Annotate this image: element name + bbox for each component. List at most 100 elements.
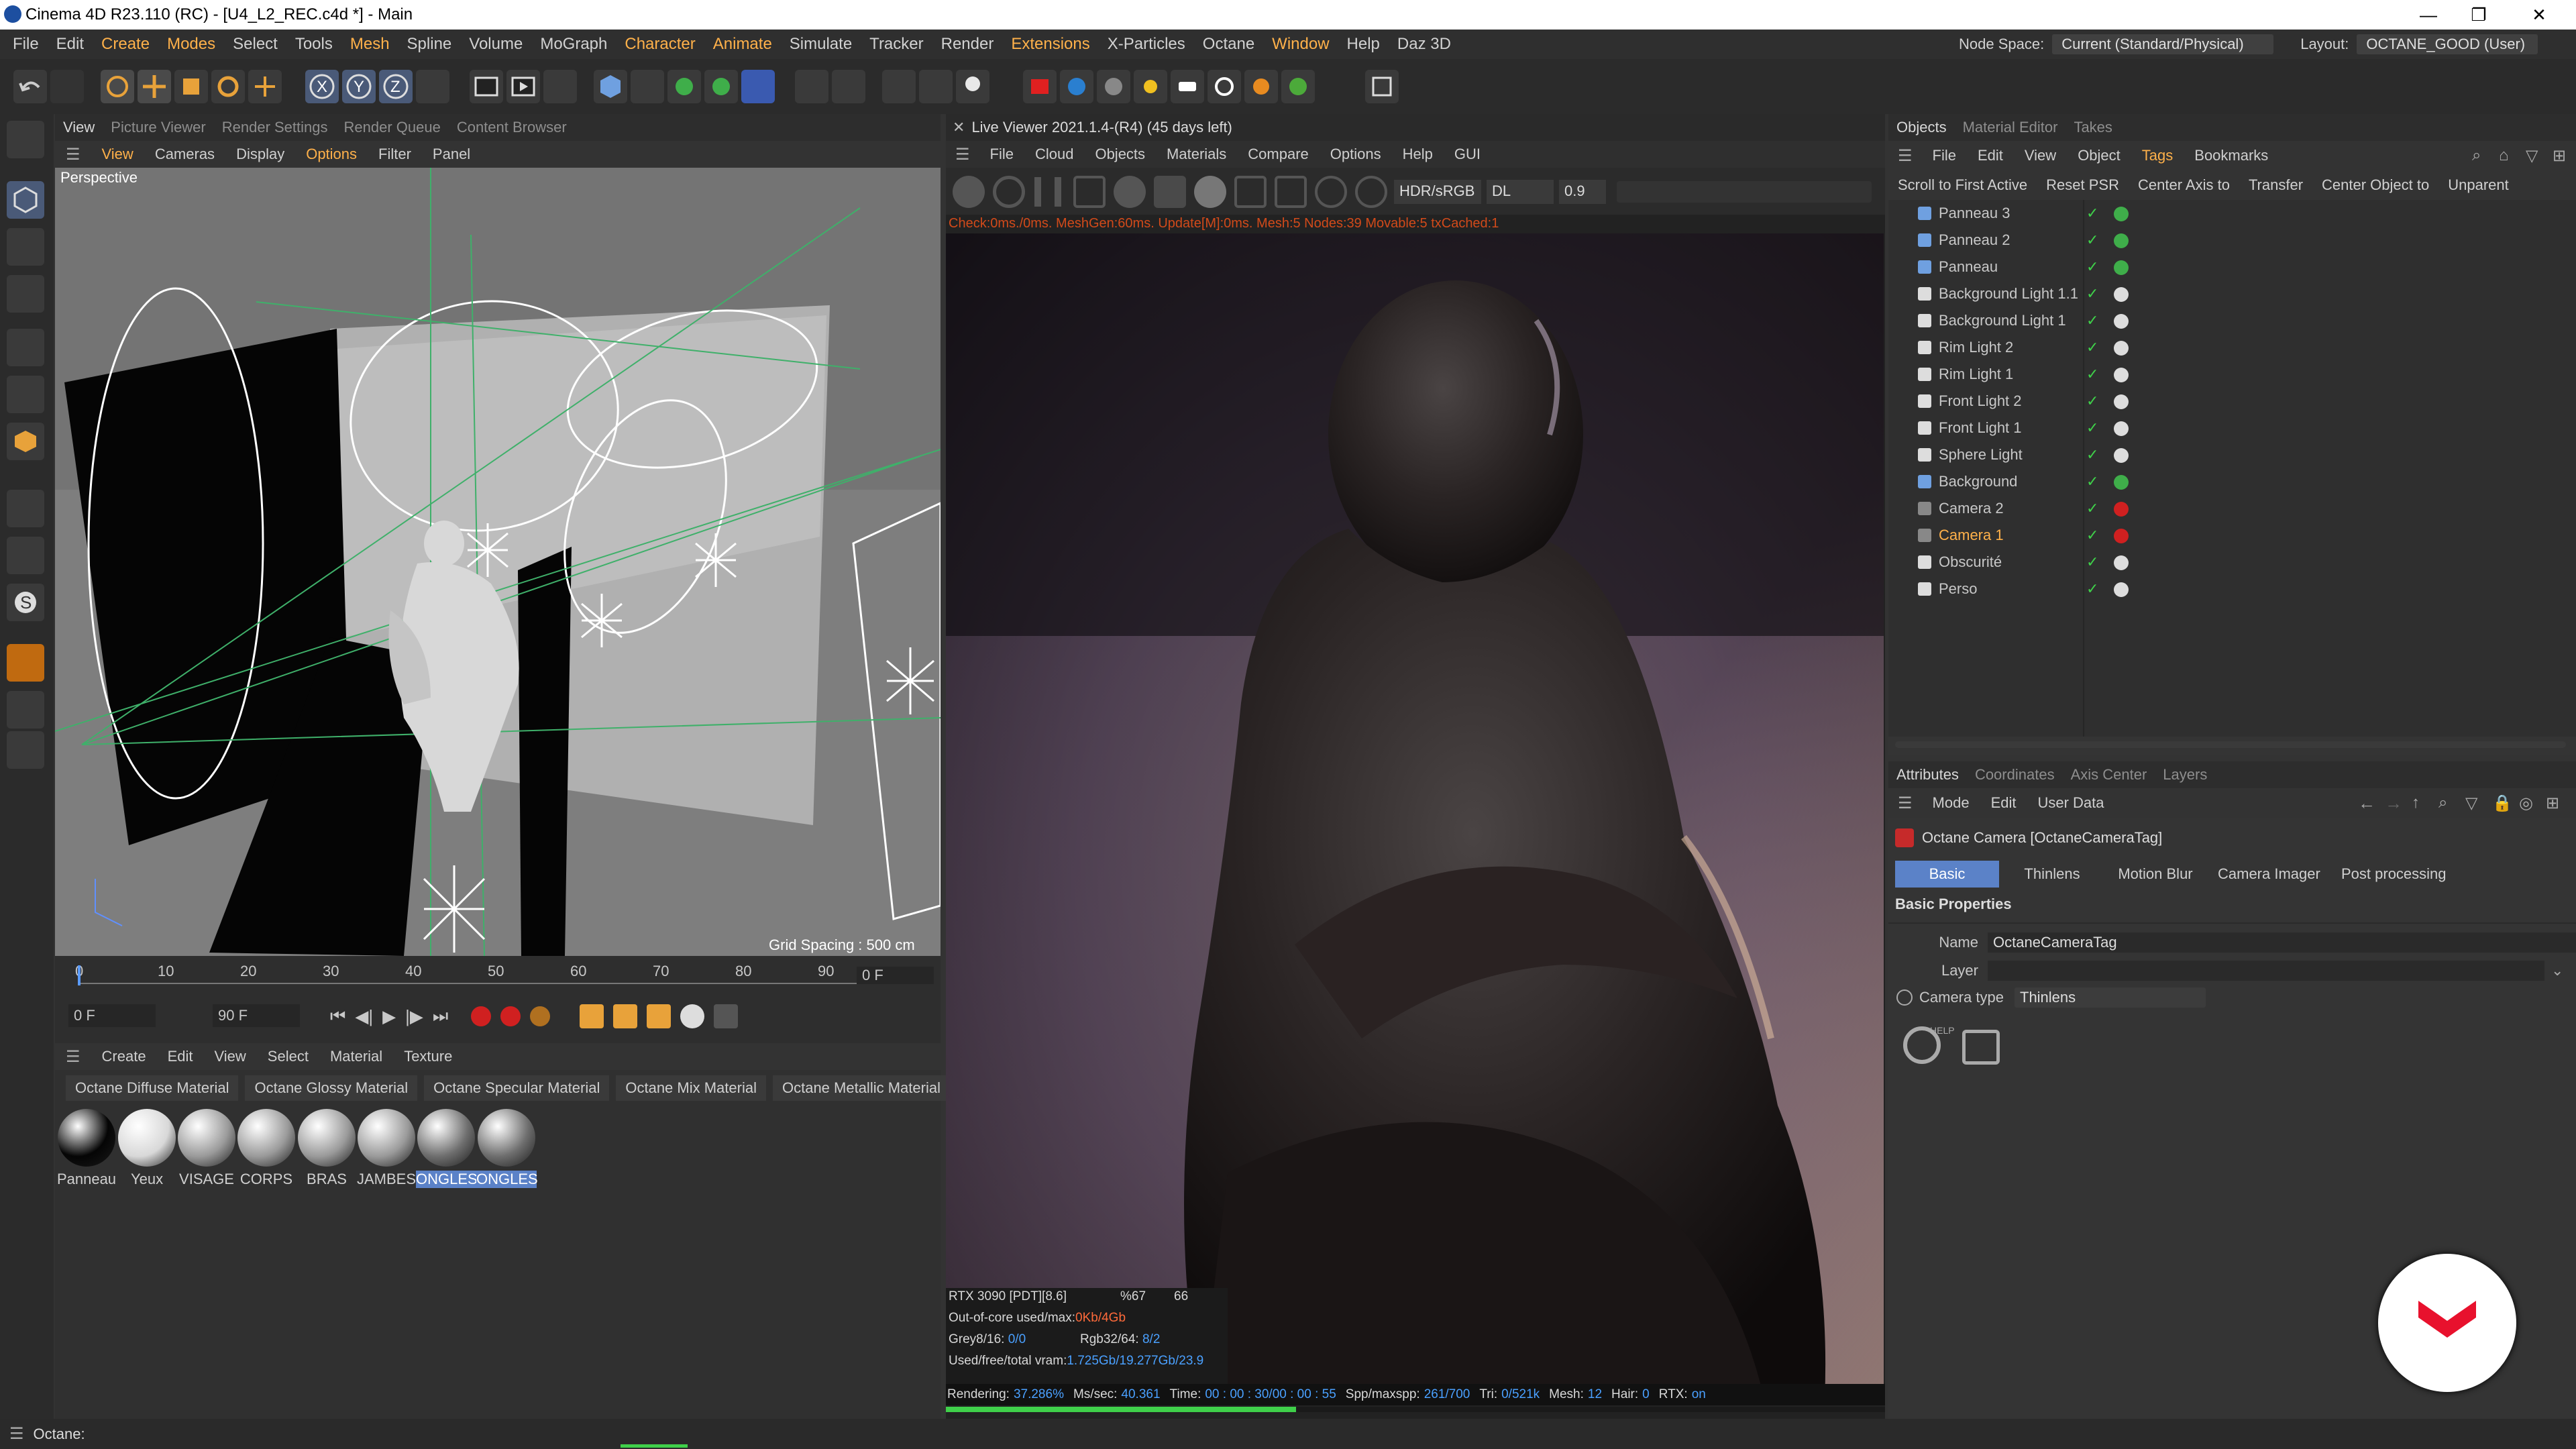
object-tag-icon[interactable]	[2114, 368, 2129, 382]
transfer-button[interactable]: Transfer	[2239, 172, 2312, 199]
object-row[interactable]: Background Light 1 ✓	[1888, 307, 2576, 334]
viewport-menu-options[interactable]: Options	[295, 146, 368, 163]
object-tag-icon[interactable]	[2114, 341, 2129, 356]
object-name[interactable]: Background Light 1	[1939, 307, 2066, 334]
preset-metallic-button[interactable]: Octane Metallic Material	[772, 1075, 950, 1101]
center-axis-to-button[interactable]: Center Axis to	[2129, 172, 2239, 199]
lv-menu-cloud[interactable]: Cloud	[1024, 146, 1084, 163]
pick-focus-icon[interactable]	[1275, 176, 1307, 208]
lv-menu-options[interactable]: Options	[1320, 146, 1392, 163]
cube-icon[interactable]	[594, 70, 627, 103]
object-tag-icon[interactable]	[2114, 421, 2129, 436]
object-tag-icon[interactable]	[2114, 582, 2129, 597]
lv-menu-file[interactable]: File	[979, 146, 1024, 163]
octane-sun-icon[interactable]	[1134, 70, 1167, 103]
camera-icon[interactable]	[832, 70, 865, 103]
lock-icon[interactable]	[1154, 176, 1186, 208]
menu-modes[interactable]: Modes	[158, 30, 224, 59]
lv-menu-materials[interactable]: Materials	[1156, 146, 1237, 163]
menu-octane[interactable]: Octane	[1194, 30, 1263, 59]
focus-icon[interactable]	[1315, 176, 1347, 208]
points-mode-icon[interactable]	[7, 329, 44, 366]
sky-icon[interactable]	[919, 70, 953, 103]
redo-icon[interactable]	[50, 70, 84, 103]
octane-area-light-icon[interactable]	[1171, 70, 1204, 103]
object-name[interactable]: Camera 1	[1939, 522, 2004, 549]
object-row[interactable]: Rim Light 1 ✓	[1888, 361, 2576, 388]
object-row[interactable]: Obscurité ✓	[1888, 549, 2576, 576]
chevron-down-icon[interactable]: ⌄	[2551, 962, 2563, 979]
object-row[interactable]: Camera 2 ✓	[1888, 495, 2576, 522]
object-name[interactable]: Panneau	[1939, 254, 1998, 280]
object-tag-icon[interactable]	[2114, 555, 2129, 570]
enabled-check-icon[interactable]: ✓	[2086, 227, 2098, 254]
render-picture-viewer-icon[interactable]	[506, 70, 540, 103]
subtab-basic[interactable]: Basic	[1895, 861, 1999, 888]
menu-volume[interactable]: Volume	[460, 30, 531, 59]
column-divider[interactable]	[2083, 200, 2084, 737]
tab-takes[interactable]: Takes	[2065, 119, 2120, 136]
axis-mode-icon[interactable]	[7, 490, 44, 527]
octane-live-viewer-icon[interactable]	[1023, 70, 1057, 103]
octane-gear-icon[interactable]	[1281, 70, 1315, 103]
octane-spotlight-icon[interactable]	[1244, 70, 1278, 103]
render-settings-gear-icon[interactable]	[1114, 176, 1146, 208]
lv-menu-gui[interactable]: GUI	[1444, 146, 1491, 163]
node-editor-icon[interactable]	[1962, 1030, 2000, 1065]
grid-icon[interactable]	[7, 691, 44, 729]
om-menu-object[interactable]: Object	[2067, 147, 2131, 164]
lock-workplane-icon[interactable]	[7, 731, 44, 769]
om-menu-tags[interactable]: Tags	[2131, 147, 2184, 164]
camera-type-select[interactable]: Thinlens	[2015, 987, 2206, 1008]
workplane-icon[interactable]	[7, 275, 44, 313]
object-row[interactable]: Background ✓	[1888, 468, 2576, 495]
menu-mesh[interactable]: Mesh	[341, 30, 398, 59]
enabled-check-icon[interactable]: ✓	[2086, 200, 2098, 227]
material-pick-icon[interactable]	[1355, 176, 1387, 208]
enabled-check-icon[interactable]: ✓	[2086, 388, 2098, 415]
add-icon[interactable]	[1234, 176, 1267, 208]
menu-daz-3d[interactable]: Daz 3D	[1389, 30, 1460, 59]
attr-menu-user-data[interactable]: User Data	[2027, 794, 2114, 812]
rotate-tool-icon[interactable]	[211, 70, 245, 103]
object-name[interactable]: Camera 2	[1939, 495, 2004, 522]
object-name[interactable]: Perso	[1939, 576, 1977, 602]
next-key-icon[interactable]: |▶	[405, 1006, 423, 1027]
floor-icon[interactable]	[882, 70, 916, 103]
subtab-motion-blur[interactable]: Motion Blur	[2105, 861, 2206, 888]
menu-file[interactable]: File	[4, 30, 48, 59]
object-tag-icon[interactable]	[2114, 207, 2129, 221]
object-row[interactable]: Panneau 3 ✓	[1888, 200, 2576, 227]
timeline-playhead[interactable]	[78, 965, 80, 985]
snap-icon[interactable]: S	[7, 584, 44, 621]
menu-mograph[interactable]: MoGraph	[531, 30, 616, 59]
layout-select[interactable]: OCTANE_GOOD (User)	[2357, 34, 2538, 54]
select-tool-icon[interactable]	[101, 70, 134, 103]
render-view-icon[interactable]	[470, 70, 503, 103]
tab-content-browser[interactable]: Content Browser	[449, 119, 575, 136]
menu-extensions[interactable]: Extensions	[1002, 30, 1098, 59]
home-icon[interactable]: ⌂	[2499, 146, 2509, 165]
tweak-mode-icon[interactable]	[7, 537, 44, 574]
scroll-to-first-active-button[interactable]: Scroll to First Active	[1888, 172, 2037, 199]
menu-create[interactable]: Create	[93, 30, 158, 59]
menu-render[interactable]: Render	[932, 30, 1003, 59]
enabled-check-icon[interactable]: ✓	[2086, 495, 2098, 522]
object-row[interactable]: Front Light 1 ✓	[1888, 415, 2576, 441]
search-icon[interactable]: ⌕	[2472, 146, 2481, 165]
material-menu-create[interactable]: Create	[91, 1048, 157, 1065]
material-menu-texture[interactable]: Texture	[393, 1048, 463, 1065]
object-tag-icon[interactable]	[2114, 529, 2129, 543]
enabled-check-icon[interactable]: ✓	[2086, 307, 2098, 334]
record-icon[interactable]	[471, 1006, 492, 1026]
key-rotation-icon[interactable]	[647, 1004, 672, 1028]
menu-tracker[interactable]: Tracker	[861, 30, 932, 59]
material-name[interactable]: BRAS	[297, 1171, 357, 1188]
tab-view[interactable]: View	[55, 119, 103, 136]
object-tag-icon[interactable]	[2114, 260, 2129, 275]
octane-mix-icon[interactable]	[1097, 70, 1130, 103]
new-window-icon[interactable]: ⊞	[2546, 794, 2559, 813]
tab-layers[interactable]: Layers	[2155, 766, 2215, 784]
start-frame-field[interactable]: 0 F	[68, 1004, 156, 1027]
object-row[interactable]: Background Light 1.1 ✓	[1888, 280, 2576, 307]
